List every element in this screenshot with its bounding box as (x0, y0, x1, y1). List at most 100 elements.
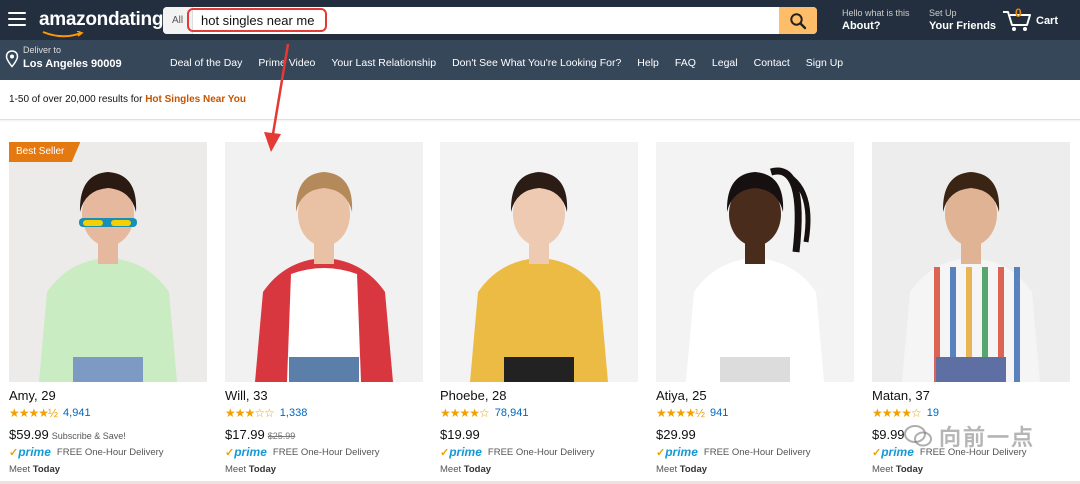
person-photo (440, 142, 638, 382)
meet-time: Meet Today (872, 464, 923, 475)
logo[interactable]: amazondating (39, 9, 164, 38)
star-rating-icon: ★★★★☆ (872, 406, 922, 420)
secondary-nav-links: Deal of the Day Prime Video Your Last Re… (170, 57, 843, 69)
prime-logo: prime (881, 445, 914, 459)
product-card[interactable]: Matan, 37 ★★★★☆ 19 $9.99 ✓ prime FREE One-Hour… (872, 142, 1070, 484)
person-photo (872, 142, 1070, 382)
product-card[interactable]: Phoebe, 28 ★★★★☆ 78,941 $19.99 ✓ prime FREE On… (440, 142, 638, 484)
product-rating[interactable]: ★★★★☆ 78,941 (440, 406, 528, 420)
product-price: $9.99 (872, 427, 905, 442)
star-rating-icon: ★★★★☆ (440, 406, 490, 420)
prime-delivery-row: ✓ prime FREE One-Hour Delivery (872, 445, 1027, 459)
setup-label: Your Friends (929, 20, 997, 32)
search-button[interactable] (779, 7, 817, 34)
menu-icon[interactable] (8, 12, 26, 26)
setup-friends-link[interactable]: Set Up Your Friends (929, 8, 996, 33)
search-input[interactable] (199, 10, 799, 31)
product-title[interactable]: Matan, 37 (872, 388, 930, 403)
product-price: $29.99 (656, 427, 696, 442)
review-count-link[interactable]: 941 (710, 407, 728, 419)
best-seller-badge: Best Seller (9, 142, 81, 162)
product-rating[interactable]: ★★★☆☆ 1,338 (225, 406, 307, 420)
product-image[interactable] (872, 142, 1070, 382)
meet-time: Meet Today (656, 464, 707, 475)
product-rating[interactable]: ★★★★½ 941 (656, 406, 728, 420)
nav-sign-up[interactable]: Sign Up (806, 57, 843, 69)
product-title[interactable]: Amy, 29 (9, 388, 56, 403)
prime-delivery-row: ✓ prime FREE One-Hour Delivery (440, 445, 595, 459)
prime-delivery-row: ✓ prime FREE One-Hour Delivery (9, 445, 164, 459)
product-price: $17.99 (225, 427, 265, 442)
meet-when: Today (463, 464, 492, 475)
nav-help[interactable]: Help (637, 57, 659, 69)
person-photo (656, 142, 854, 382)
delivery-text: FREE One-Hour Delivery (56, 446, 164, 458)
search-bar: All (163, 7, 817, 34)
subscribe-save-note: Subscribe & Save! (51, 431, 126, 441)
product-rating[interactable]: ★★★★½ 4,941 (9, 406, 91, 420)
prime-delivery-row: ✓ prime FREE One-Hour Delivery (656, 445, 811, 459)
nav-deal-of-the-day[interactable]: Deal of the Day (170, 57, 242, 69)
product-title[interactable]: Atiya, 25 (656, 388, 707, 403)
prime-check-icon: ✓ (656, 446, 666, 459)
amazon-dating-search-page: amazondating All Hello what is this Abou… (0, 0, 1080, 484)
nav-faq[interactable]: FAQ (675, 57, 696, 69)
meet-when: Today (895, 464, 924, 475)
product-old-price: $25.99 (267, 431, 296, 441)
product-price-row: $59.99 Subscribe & Save! (9, 427, 126, 442)
delivery-text: FREE One-Hour Delivery (272, 446, 380, 458)
results-count-text: 1-50 of over 20,000 results for Hot Sing… (9, 94, 246, 105)
review-count-link[interactable]: 4,941 (63, 407, 91, 419)
person-photo (225, 142, 423, 382)
product-title[interactable]: Phoebe, 28 (440, 388, 507, 403)
meet-time: Meet Today (440, 464, 491, 475)
results-summary-bar: 1-50 of over 20,000 results for Hot Sing… (0, 80, 1080, 120)
nav-your-last-relationship[interactable]: Your Last Relationship (331, 57, 436, 69)
prime-logo: prime (18, 445, 51, 459)
nav-legal[interactable]: Legal (712, 57, 738, 69)
product-card[interactable]: Best Seller Amy, 29 ★★★★½ 4,941 $59.99 Subscr… (9, 142, 207, 484)
meet-label: Meet (225, 464, 247, 475)
review-count-link[interactable]: 19 (927, 407, 939, 419)
prime-check-icon: ✓ (9, 446, 19, 459)
product-price-row: $19.99 (440, 427, 480, 442)
cart-count: 0 (1015, 6, 1022, 20)
meet-time: Meet Today (225, 464, 276, 475)
product-card[interactable]: Atiya, 25 ★★★★½ 941 $29.99 ✓ prime FREE One-Ho… (656, 142, 854, 484)
product-image[interactable]: Best Seller (9, 142, 207, 382)
meet-when: Today (679, 464, 708, 475)
meet-label: Meet (440, 464, 462, 475)
star-rating-icon: ★★★★½ (656, 406, 705, 420)
prime-logo: prime (234, 445, 267, 459)
product-image[interactable] (440, 142, 638, 382)
cart-button[interactable]: 0 Cart (1002, 6, 1058, 38)
product-card[interactable]: Will, 33 ★★★☆☆ 1,338 $17.99 $25.99 ✓ prime FREE… (225, 142, 423, 484)
product-price: $19.99 (440, 427, 480, 442)
results-prefix: 1-50 of over 20,000 results for (9, 94, 146, 105)
results-query: Hot Singles Near You (145, 94, 246, 105)
review-count-link[interactable]: 1,338 (280, 407, 308, 419)
about-link[interactable]: Hello what is this About? (842, 8, 910, 33)
meet-label: Meet (656, 464, 678, 475)
search-category-dropdown[interactable]: All (163, 7, 193, 34)
search-icon (790, 12, 807, 29)
product-image[interactable] (225, 142, 423, 382)
prime-check-icon: ✓ (440, 446, 450, 459)
meet-label: Meet (872, 464, 894, 475)
delivery-text: FREE One-Hour Delivery (487, 446, 595, 458)
deliver-location: Los Angeles 90009 (23, 58, 122, 70)
meet-time: Meet Today (9, 464, 60, 475)
nav-contact[interactable]: Contact (754, 57, 790, 69)
product-image[interactable] (656, 142, 854, 382)
deliver-small-text: Deliver to (23, 45, 62, 55)
location-pin-icon (5, 50, 19, 68)
product-title[interactable]: Will, 33 (225, 388, 268, 403)
cart-label: Cart (1036, 15, 1059, 27)
product-rating[interactable]: ★★★★☆ 19 (872, 406, 939, 420)
product-price-row: $29.99 (656, 427, 696, 442)
nav-prime-video[interactable]: Prime Video (258, 57, 315, 69)
logo-text: amazondating (39, 9, 164, 30)
prime-check-icon: ✓ (872, 446, 882, 459)
review-count-link[interactable]: 78,941 (495, 407, 529, 419)
nav-dont-see-what-looking-for[interactable]: Don't See What You're Looking For? (452, 57, 621, 69)
